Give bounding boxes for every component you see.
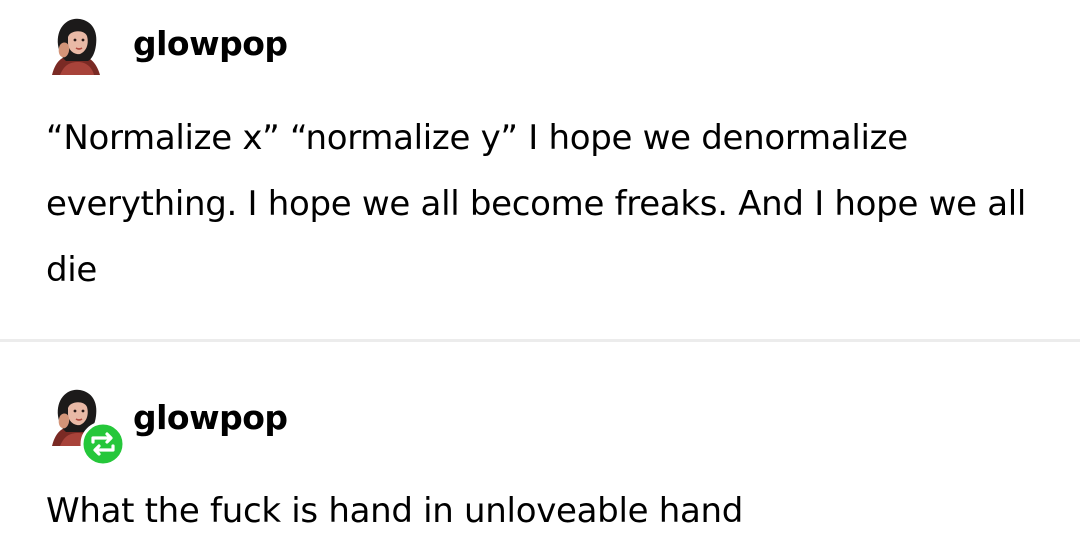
post-body-text: What the fuck is hand in unloveable hand: [46, 491, 744, 531]
username[interactable]: glowpop: [133, 27, 288, 60]
avatar-image: [52, 18, 100, 75]
reblog-icon: [80, 421, 126, 467]
post: glowpop What the fuck is hand in unlovea…: [0, 342, 1080, 547]
post-body-text: “Normalize x” “normalize y” I hope we de…: [46, 118, 1027, 290]
avatar[interactable]: [46, 15, 106, 75]
username[interactable]: glowpop: [133, 401, 288, 434]
post: glowpop “Normalize x” “normalize y” I ho…: [0, 0, 1080, 340]
